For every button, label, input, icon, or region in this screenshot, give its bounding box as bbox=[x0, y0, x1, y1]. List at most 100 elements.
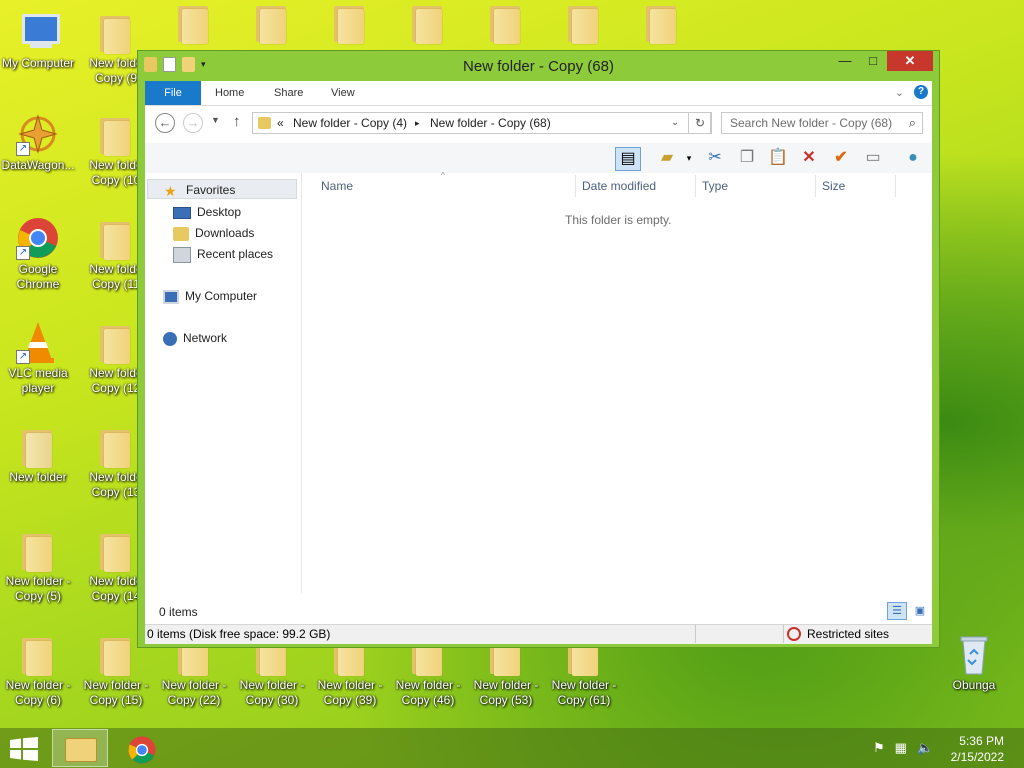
arrow-right-icon: → bbox=[186, 115, 200, 130]
close-button[interactable]: ✕ bbox=[887, 51, 933, 71]
desktop-icon-label: New folder - Copy (53) bbox=[473, 678, 539, 707]
folder-icon bbox=[94, 528, 138, 572]
vlc-cone-icon: ↗ bbox=[16, 320, 60, 364]
large-icons-view-button[interactable]: ▣ bbox=[910, 602, 930, 620]
breadcrumb-item[interactable]: New folder - Copy (4) bbox=[293, 116, 407, 130]
refresh-icon: ↻ bbox=[694, 116, 706, 130]
forward-button[interactable]: → bbox=[183, 113, 203, 133]
clock[interactable]: 5:36 PM 2/15/2022 bbox=[951, 733, 1004, 765]
nav-label: Network bbox=[183, 331, 228, 345]
rename-icon[interactable]: ▭ bbox=[861, 147, 885, 169]
network-status-icon[interactable]: ▦ bbox=[895, 740, 907, 756]
search-input[interactable]: Search New folder - Copy (68) bbox=[730, 116, 892, 130]
nav-favorites[interactable]: ★ Favorites bbox=[147, 179, 297, 199]
folder-icon bbox=[562, 0, 606, 44]
tab-share[interactable]: Share bbox=[260, 81, 317, 105]
nav-item-downloads[interactable]: Downloads bbox=[173, 223, 254, 243]
column-divider[interactable] bbox=[895, 175, 896, 197]
column-header-type[interactable]: Type bbox=[702, 179, 728, 193]
monitor-icon bbox=[16, 10, 60, 54]
desktop-icon-new-folder[interactable]: New folder bbox=[0, 424, 76, 485]
desktop-icon-folder[interactable] bbox=[468, 0, 544, 46]
help-button[interactable]: ? bbox=[914, 85, 928, 99]
folder-icon bbox=[94, 112, 138, 156]
folder-icon bbox=[94, 10, 138, 54]
tab-home[interactable]: Home bbox=[201, 81, 258, 105]
search-icon: ⌕ bbox=[908, 115, 916, 130]
nav-label: Desktop bbox=[197, 205, 242, 219]
desktop-icon-folder[interactable] bbox=[156, 0, 232, 46]
column-divider[interactable] bbox=[815, 175, 816, 197]
desktop-icon-folder-copy-5[interactable]: New folder - Copy (5) bbox=[0, 528, 76, 604]
taskbar-file-explorer[interactable] bbox=[52, 729, 108, 767]
taskbar-chrome[interactable] bbox=[127, 735, 157, 765]
desktop-icon-folder[interactable] bbox=[234, 0, 310, 46]
title-bar[interactable]: ▾ New folder - Copy (68) — □ ✕ bbox=[138, 51, 939, 81]
chevron-down-icon[interactable]: ⌄ bbox=[671, 117, 679, 128]
shell-icon[interactable]: ● bbox=[901, 147, 925, 169]
desktop-icon-my-computer[interactable]: My Computer bbox=[0, 10, 76, 71]
preview-pane-icon[interactable]: ▤ bbox=[615, 147, 641, 171]
large-icons-view-icon: ▣ bbox=[914, 605, 926, 617]
desktop-icon-label: New folder - Copy (46) bbox=[395, 678, 461, 707]
desktop-icon-label: VLC media player bbox=[8, 366, 68, 395]
cut-icon[interactable]: ✂ bbox=[703, 147, 727, 169]
chevron-right-icon[interactable]: ▸ bbox=[415, 118, 420, 129]
desktop-icon-label: New folder - Copy (22) bbox=[161, 678, 227, 707]
folder-icon bbox=[406, 0, 450, 44]
folder-options-icon[interactable]: ▰ bbox=[655, 147, 679, 169]
tab-file[interactable]: File bbox=[145, 81, 201, 105]
maximize-button[interactable]: □ bbox=[859, 51, 887, 71]
desktop-icon-recycle-bin[interactable]: Obunga bbox=[936, 632, 1012, 693]
start-button[interactable] bbox=[10, 737, 38, 761]
recent-locations-dropdown[interactable]: ▼ bbox=[211, 115, 220, 125]
desktop-icon-vlc[interactable]: ↗ VLC media player bbox=[0, 320, 76, 396]
explorer-window: ▾ New folder - Copy (68) — □ ✕ File Home… bbox=[137, 50, 940, 648]
arrow-left-icon: ← bbox=[158, 115, 172, 130]
nav-item-desktop[interactable]: Desktop bbox=[173, 202, 241, 222]
action-center-flag-icon[interactable]: ⚑ bbox=[873, 740, 885, 756]
breadcrumb-overflow[interactable]: « bbox=[277, 116, 284, 130]
details-view-button[interactable]: ☰ bbox=[887, 602, 907, 620]
desktop-icon-datawagon[interactable]: ↗ DataWagon... bbox=[0, 112, 76, 173]
desktop-icon-folder[interactable] bbox=[624, 0, 700, 46]
column-divider[interactable] bbox=[695, 175, 696, 197]
empty-folder-message: This folder is empty. bbox=[565, 213, 672, 227]
system-tray: ⚑ ▦ 🔈 bbox=[873, 740, 933, 756]
column-header-name[interactable]: Name bbox=[321, 179, 353, 193]
tab-view[interactable]: View bbox=[317, 81, 369, 105]
delete-icon[interactable]: ✕ bbox=[797, 147, 821, 169]
desktop-icon-folder[interactable] bbox=[312, 0, 388, 46]
window-controls: — □ ✕ bbox=[831, 51, 933, 71]
up-button[interactable]: ↑ bbox=[233, 113, 241, 130]
nav-item-recent-places[interactable]: Recent places bbox=[173, 244, 273, 264]
check-icon[interactable]: ✔ bbox=[829, 147, 853, 169]
column-header-size[interactable]: Size bbox=[822, 179, 845, 193]
taskbar: ⚑ ▦ 🔈 5:36 PM 2/15/2022 bbox=[0, 728, 1024, 768]
desktop-icon-label: New folder - Copy (6) bbox=[5, 678, 71, 707]
column-header-date-modified[interactable]: Date modified bbox=[582, 179, 656, 193]
back-button[interactable]: ← bbox=[155, 113, 175, 133]
nav-item-my-computer[interactable]: My Computer bbox=[163, 286, 257, 306]
desktop-icon-folder[interactable] bbox=[546, 0, 622, 46]
search-box[interactable]: Search New folder - Copy (68) ⌕ bbox=[721, 112, 923, 134]
refresh-button[interactable]: ↻ bbox=[688, 112, 712, 134]
downloads-folder-icon bbox=[173, 226, 189, 241]
expand-ribbon-icon[interactable]: ⌄ bbox=[895, 86, 904, 99]
chevron-down-icon[interactable]: ▾ bbox=[677, 147, 701, 169]
paste-icon[interactable]: 📋 bbox=[766, 147, 790, 169]
security-zone-label: Restricted sites bbox=[807, 627, 890, 641]
status-text: 0 items (Disk free space: 99.2 GB) bbox=[147, 627, 331, 641]
desktop-icon-label: Obunga bbox=[952, 678, 996, 692]
minimize-button[interactable]: — bbox=[831, 51, 859, 71]
breadcrumb-item[interactable]: New folder - Copy (68) bbox=[430, 116, 551, 130]
column-divider[interactable] bbox=[575, 175, 576, 197]
nav-item-network[interactable]: Network bbox=[163, 328, 227, 348]
desktop-icon-folder[interactable] bbox=[390, 0, 466, 46]
desktop-icon-folder-copy-6[interactable]: New folder - Copy (6) bbox=[0, 632, 76, 708]
copy-icon[interactable]: ❐ bbox=[735, 147, 759, 169]
address-bar[interactable]: « New folder - Copy (4) ▸ New folder - C… bbox=[252, 112, 711, 134]
volume-muted-icon[interactable]: 🔈 bbox=[917, 740, 933, 756]
window-title: New folder - Copy (68) bbox=[463, 58, 614, 75]
desktop-icon-chrome[interactable]: ↗ Google Chrome bbox=[0, 216, 76, 292]
